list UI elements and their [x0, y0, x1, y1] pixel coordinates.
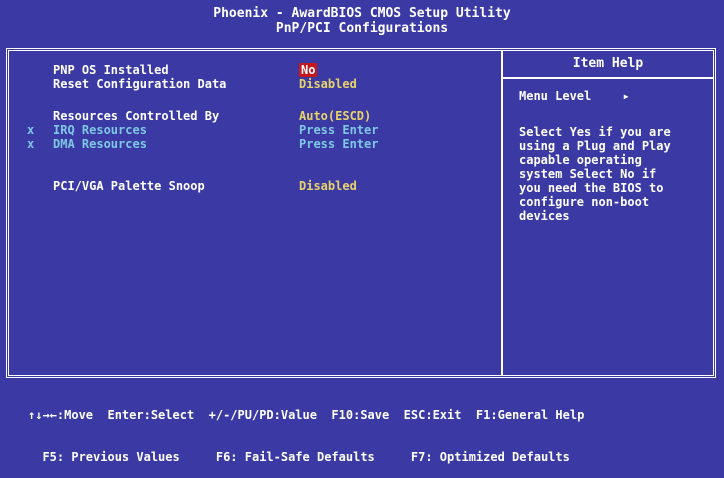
setting-dma-resources: x DMA Resources Press Enter: [9, 137, 503, 151]
setting-reset-config[interactable]: Reset Configuration Data Disabled: [9, 77, 503, 91]
setting-value[interactable]: Disabled: [299, 179, 357, 193]
setting-resources-controlled[interactable]: Resources Controlled By Auto(ESCD): [9, 109, 503, 123]
key-legend: ↑↓→←:Move Enter:Select +/-/PU/PD:Value F…: [0, 380, 724, 464]
setting-label: PNP OS Installed: [53, 63, 169, 77]
settings-frame: PNP OS Installed No Reset Configuration …: [6, 48, 716, 378]
setting-value: Press Enter: [299, 137, 379, 151]
setting-value[interactable]: Auto(ESCD): [299, 109, 371, 123]
item-help-panel: Item Help Menu Level ▸ Select Yes if you…: [503, 51, 713, 375]
menu-level-label: Menu Level: [519, 89, 592, 103]
header-title: Phoenix - AwardBIOS CMOS Setup Utility: [213, 6, 511, 21]
setting-irq-resources: x IRQ Resources Press Enter: [9, 123, 503, 137]
key-legend-line1: ↑↓→←:Move Enter:Select +/-/PU/PD:Value F…: [28, 408, 585, 422]
setting-label: IRQ Resources: [53, 123, 147, 137]
header-subtitle: PnP/PCI Configurations: [275, 21, 449, 36]
settings-panel: PNP OS Installed No Reset Configuration …: [9, 51, 503, 375]
setting-pci-vga-snoop[interactable]: PCI/VGA Palette Snoop Disabled: [9, 179, 503, 193]
setting-value: Press Enter: [299, 123, 379, 137]
bios-header: Phoenix - AwardBIOS CMOS Setup Utility P…: [0, 0, 724, 48]
menu-level-arrow-icon: ▸: [622, 89, 630, 103]
disabled-marker: x: [27, 123, 35, 137]
setting-pnp-os[interactable]: PNP OS Installed No: [9, 63, 503, 77]
key-legend-line2: F5: Previous Values F6: Fail-Safe Defaul…: [28, 450, 570, 464]
setting-value-selected[interactable]: No: [299, 63, 318, 77]
setting-label: DMA Resources: [53, 137, 147, 151]
setting-label: Reset Configuration Data: [53, 77, 227, 91]
setting-value[interactable]: Disabled: [299, 77, 357, 91]
setting-label: Resources Controlled By: [53, 109, 220, 123]
disabled-marker: x: [27, 137, 35, 151]
menu-level: Menu Level ▸: [519, 89, 630, 103]
help-text: Select Yes if you are using a Plug and P…: [519, 125, 671, 223]
setting-label: PCI/VGA Palette Snoop: [53, 179, 205, 193]
item-help-title: Item Help: [503, 51, 713, 79]
